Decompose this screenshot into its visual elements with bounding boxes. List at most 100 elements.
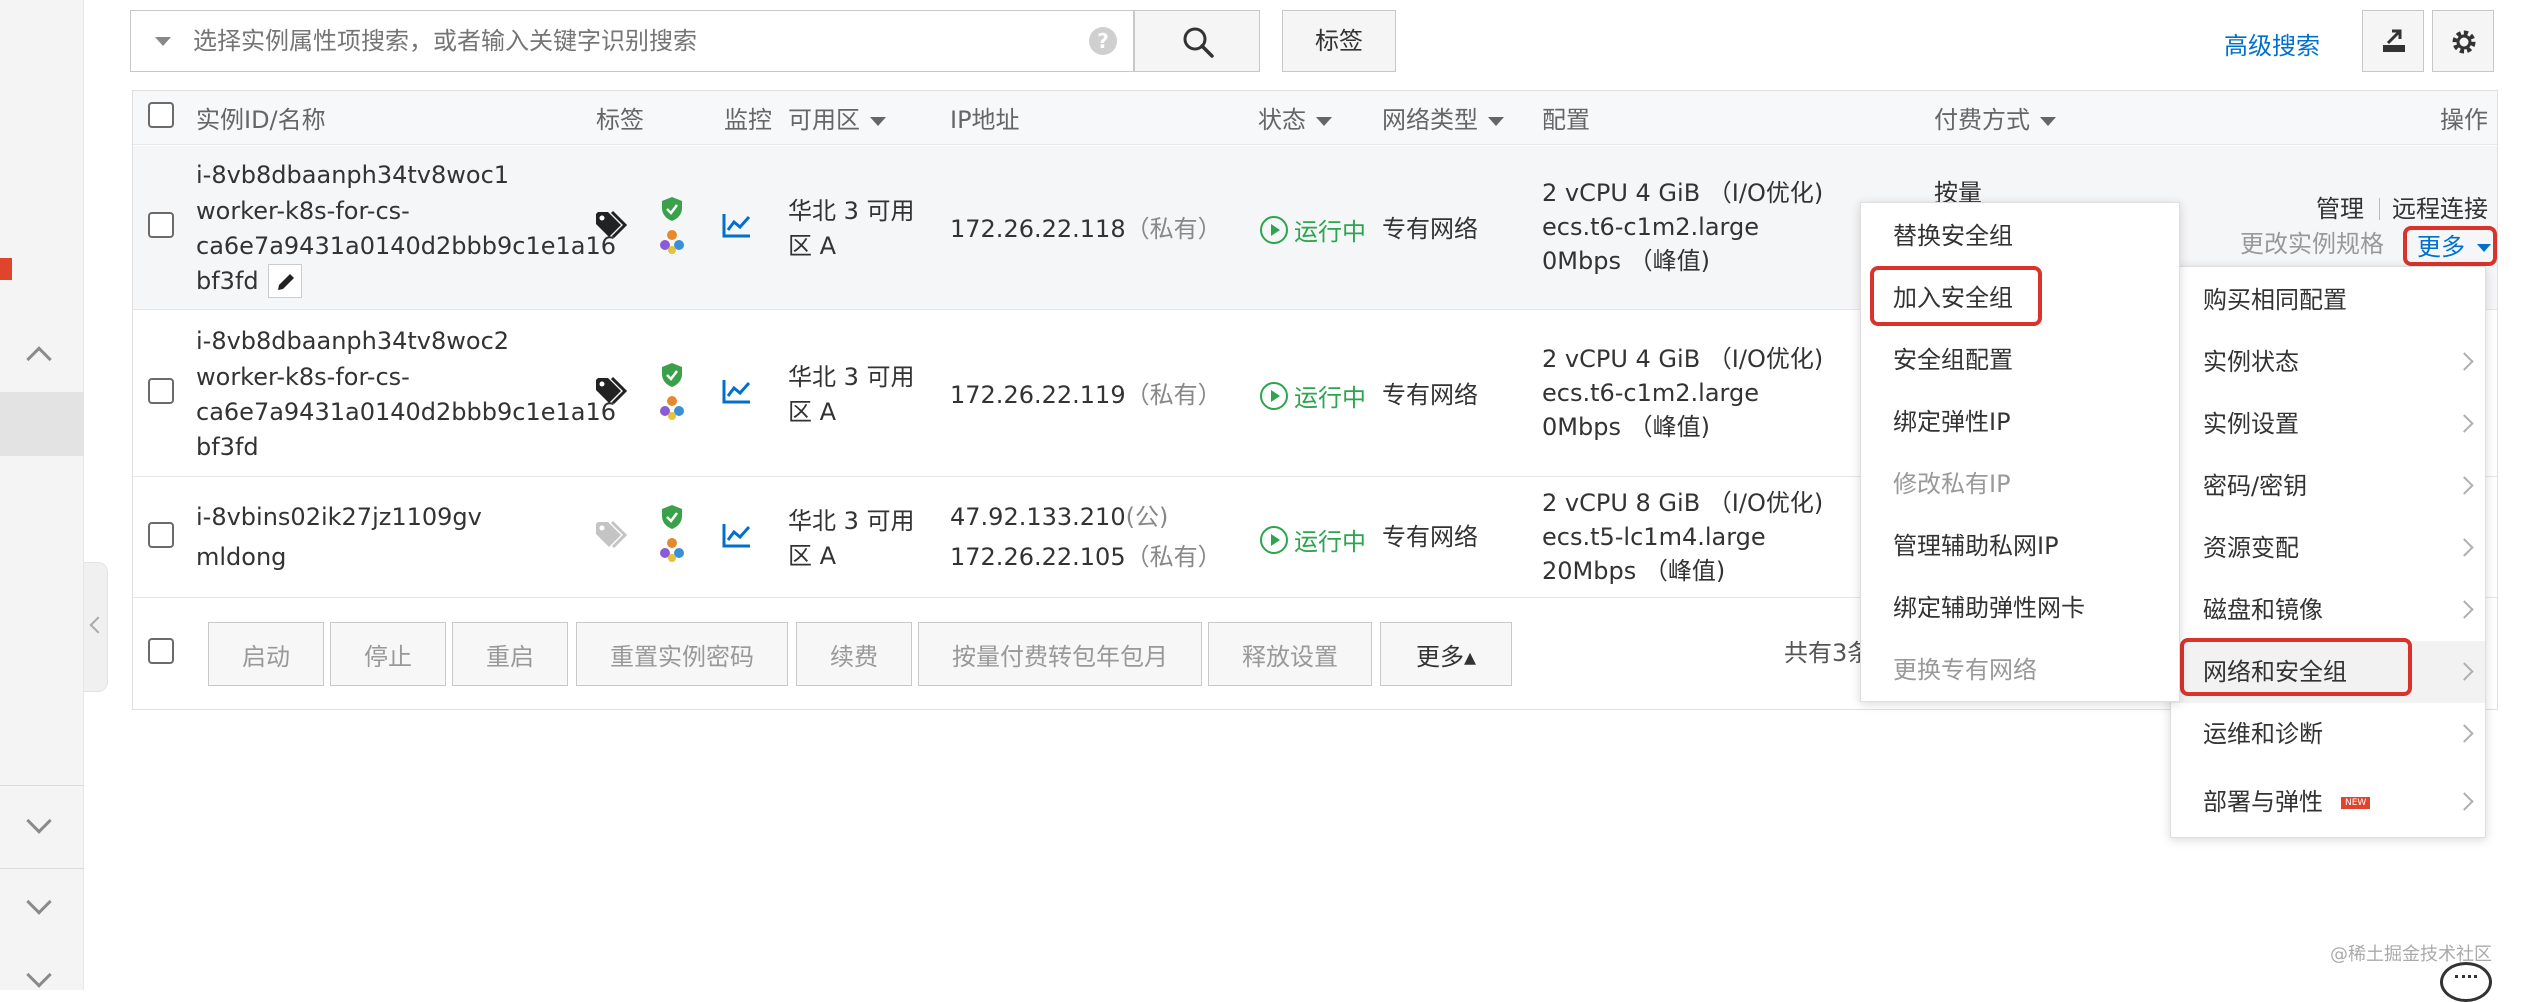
ip-kind: （私有） [1125,381,1222,409]
col-tag: 标签 [596,106,644,134]
select-all-checkbox[interactable] [148,102,174,128]
renew-button[interactable]: 续费 [796,622,912,686]
monitor-chart-icon[interactable] [722,212,752,238]
cloud-assistant-icon[interactable] [658,536,686,564]
sort-caret-icon[interactable] [1316,116,1332,126]
left-sidebar [0,0,84,990]
tag-icon[interactable] [594,210,628,240]
instance-id-link[interactable]: i-8vb8dbaanph34tv8woc1 [196,158,509,192]
menu-item-resource-change[interactable]: 资源变配 [2171,517,2485,579]
row-checkbox[interactable] [148,522,174,548]
submenu-manage-secondary-ip[interactable]: 管理辅助私网IP [1861,515,2179,577]
total-count: 共有3条 [1784,639,1872,667]
instance-id-link[interactable]: i-8vbins02ik27jz1109gv [196,500,482,534]
action-divider [2379,198,2380,220]
batch-restart-button[interactable]: 重启 [452,622,568,686]
instance-name-line: worker-k8s-for-cs- [196,197,410,225]
convert-billing-button[interactable]: 按量付费转包年包月 [918,622,1202,686]
sidebar-item-selected[interactable] [0,392,84,456]
more-actions-menu: 购买相同配置 实例状态 实例设置 密码/密钥 资源变配 磁盘和镜像 网络和安全组… [2170,266,2486,838]
monitor-chart-icon[interactable] [722,378,752,404]
col-zone[interactable]: 可用区 [788,105,886,135]
search-button[interactable] [1134,10,1260,72]
menu-item-password-key[interactable]: 密码/密钥 [2171,455,2485,517]
search-box[interactable]: ? [130,10,1134,72]
col-billing[interactable]: 付费方式 [1934,105,2056,135]
sort-caret-icon[interactable] [2040,116,2056,126]
submenu-replace-sg[interactable]: 替换安全组 [1861,205,2179,267]
col-network-type[interactable]: 网络类型 [1382,105,1504,135]
submenu-sg-config[interactable]: 安全组配置 [1861,329,2179,391]
play-circle-icon [1260,525,1288,554]
submenu-bind-eip[interactable]: 绑定弹性IP [1861,391,2179,453]
caret-down-icon[interactable] [155,37,171,46]
zone-line: 华北 3 可用 [788,507,915,535]
tag-icon[interactable] [594,376,628,406]
settings-button[interactable] [2432,10,2494,72]
edit-name-button[interactable] [268,264,302,298]
chevron-right-icon [2455,600,2474,619]
remote-connect-link[interactable]: 远程连接 [2392,192,2488,226]
menu-item-ops-diagnosis[interactable]: 运维和诊断 [2171,703,2485,765]
advanced-search-link[interactable]: 高级搜索 [2224,26,2320,61]
play-circle-icon [1260,215,1288,244]
search-input[interactable] [191,19,1041,63]
security-shield-icon[interactable] [660,504,684,530]
tag-filter-button[interactable]: 标签 [1282,10,1396,72]
manage-link[interactable]: 管理 [2316,192,2364,226]
security-shield-icon[interactable] [660,362,684,388]
menu-item-instance-status[interactable]: 实例状态 [2171,331,2485,393]
batch-stop-button[interactable]: 停止 [330,622,446,686]
status-text: 运行中 [1294,218,1366,246]
tag-icon[interactable] [594,520,628,550]
zone-line: 华北 3 可用 [788,363,915,391]
row-checkbox[interactable] [148,212,174,238]
batch-start-button[interactable]: 启动 [208,622,324,686]
instance-name-line: ca6e7a9431a0140d2bbb9c1e1a16 [196,232,616,260]
status-running: 运行中 [1260,522,1366,557]
status-running: 运行中 [1260,212,1366,247]
sort-caret-icon[interactable] [1488,116,1504,126]
release-settings-button[interactable]: 释放设置 [1208,622,1372,686]
menu-item-buy-same[interactable]: 购买相同配置 [2171,269,2485,331]
row-more-button[interactable]: 更多 [2403,226,2497,266]
menu-item-instance-settings[interactable]: 实例设置 [2171,393,2485,455]
menu-item-disk-image[interactable]: 磁盘和镜像 [2171,579,2485,641]
ip-kind: （私有） [1125,543,1222,571]
col-network-label: 网络类型 [1382,106,1478,134]
ip-kind: （私有） [1125,215,1222,243]
network-type: 专有网络 [1382,381,1478,409]
monitor-chart-icon[interactable] [722,522,752,548]
sidebar-collapse-handle[interactable] [84,562,108,692]
reset-password-button[interactable]: 重置实例密码 [576,622,788,686]
instance-name-line: mldong [196,543,287,571]
submenu-modify-private-ip: 修改私有IP [1893,470,2011,498]
col-status[interactable]: 状态 [1258,105,1332,135]
change-spec-link[interactable]: 更改实例规格 [2240,227,2384,261]
chevron-up-icon[interactable] [26,346,52,372]
chevron-down-icon[interactable] [26,808,52,834]
row-checbox[interactable] [148,378,174,404]
cloud-assistant-icon[interactable] [658,394,686,422]
menu-item-label: 运维和诊断 [2203,720,2323,748]
instance-type-link[interactable]: ecs.t6-c1m2.large [1542,376,1759,410]
footer-select-all-checkbox[interactable] [148,638,174,664]
footer-more-button[interactable]: 更多▴ [1380,622,1512,686]
instance-type-link[interactable]: ecs.t5-lc1m4.large [1542,520,1766,554]
export-button[interactable] [2362,10,2424,72]
sort-caret-icon[interactable] [870,116,886,126]
pencil-icon [278,274,294,290]
help-icon[interactable]: ? [1089,27,1117,55]
cloud-assistant-icon[interactable] [658,228,686,256]
menu-item-deploy-elastic[interactable]: 部署与弹性 NEW [2171,771,2485,833]
submenu-bind-eni[interactable]: 绑定辅助弹性网卡 [1861,577,2179,639]
instance-id-link[interactable]: i-8vb8dbaanph34tv8woc2 [196,324,509,358]
chat-button[interactable] [2440,962,2492,1002]
config-bandwidth: 0Mbps （峰值) [1542,413,1710,441]
chevron-down-icon[interactable] [26,962,52,988]
security-shield-icon[interactable] [660,196,684,222]
instance-type-link[interactable]: ecs.t6-c1m2.large [1542,210,1759,244]
network-type: 专有网络 [1382,523,1478,551]
zone-line: 华北 3 可用 [788,197,915,225]
chevron-down-icon[interactable] [26,889,52,915]
